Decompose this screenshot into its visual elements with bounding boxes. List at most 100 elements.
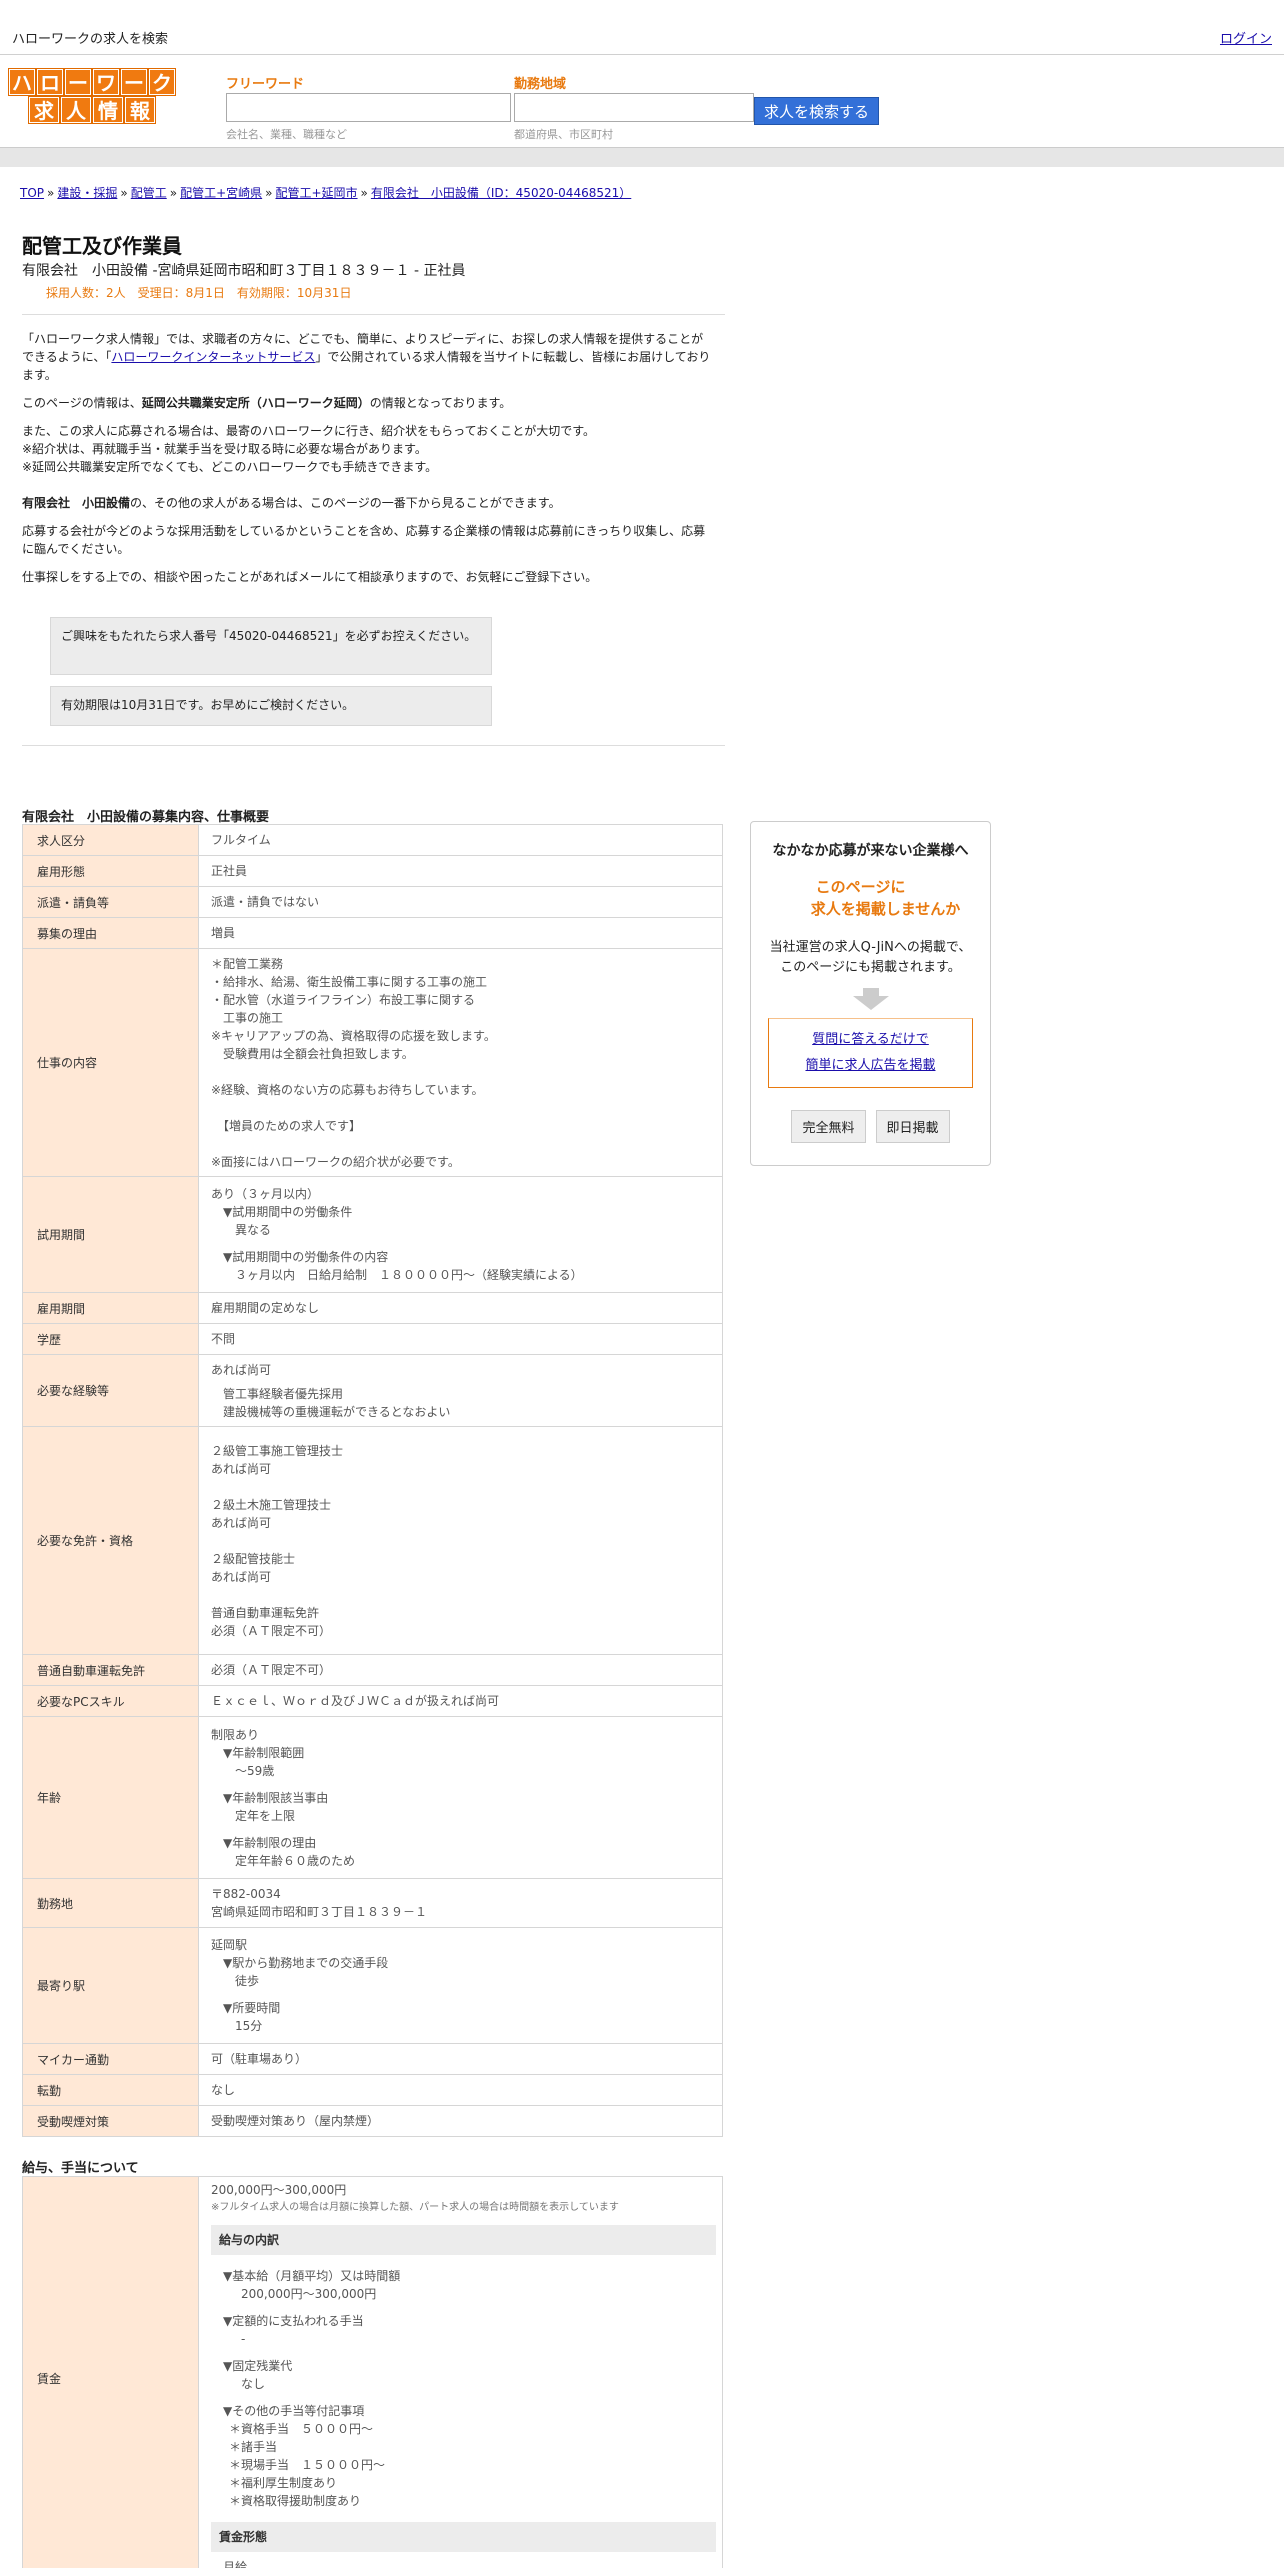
site-logo[interactable]: ハ ロ ー ワ ー ク 求 人 情 報 (4, 68, 180, 125)
row-value: あれば尚可 管工事経験者優先採用 建設機械等の重機運転ができるとなおよい (198, 1354, 723, 1427)
table-row: 勤務地 〒882-0034 宮崎県延岡市昭和町３丁目１８３９－１ (22, 1878, 723, 1928)
advertise-box: なかなか応募が来ない企業様へ このページに 求人を掲載しませんか 当社運営の求人… (750, 821, 991, 1166)
office-name: 延岡公共職業安定所（ハローワーク延岡） (141, 396, 370, 410)
intro-p3-1: また、この求人に応募される場合は、最寄のハローワークに行き、紹介状をもらっておく… (22, 424, 596, 438)
intro-p2b: の情報となっております。 (369, 396, 512, 410)
notice-job-number: ご興味をもたれたら求人番号「45020-04468521」を必ずお控えください。 (50, 617, 492, 675)
pay-table: 賃金 200,000円〜300,000円 ※フルタイム求人の場合は月額に換算した… (22, 2176, 723, 2568)
keyword-search: フリーワード 会社名、業種、職種など (226, 73, 511, 142)
logo-char: 情 (92, 96, 124, 124)
summary-title: 有限会社 小田設備の募集内容、仕事概要 (22, 810, 270, 825)
row-label: 最寄り駅 (22, 1927, 199, 2044)
pay-range: 200,000円〜300,000円 (211, 2183, 347, 2197)
logo-char: ワ (92, 68, 120, 96)
table-row: 雇用形態 正社員 (22, 855, 723, 887)
row-value: 正社員 (198, 855, 723, 887)
table-row: 試用期間 あり（３ヶ月以内） ▼試用期間中の労働条件 異なる ▼試用期間中の労働… (22, 1176, 723, 1293)
keyword-hint: 会社名、業種、職種など (226, 128, 347, 141)
search-button[interactable]: 求人を検索する (754, 97, 879, 125)
site-title: ハローワークの求人を検索 (12, 32, 169, 47)
row-label: 必要な経験等 (22, 1354, 199, 1427)
same-day-button[interactable]: 即日掲載 (875, 1110, 950, 1143)
area-search: 勤務地域 都道府県、市区町村 (514, 73, 754, 142)
table-row: 求人区分 フルタイム (22, 824, 723, 856)
row-value: なし (198, 2074, 723, 2106)
pay-form-value: 月給 (223, 2560, 248, 2568)
breadcrumb-occupation[interactable]: 配管工 (131, 186, 167, 200)
table-row: マイカー通勤 可（駐車場あり） (22, 2043, 723, 2075)
table-row: 仕事の内容 ＊配管工業務 ・給排水、給湯、衛生設備工事に関する工事の施工 ・配水… (22, 948, 723, 1177)
row-label: 賃金 (22, 2176, 199, 2568)
breadcrumb-category[interactable]: 建設・採掘 (57, 186, 117, 200)
table-row: 必要な経験等 あれば尚可 管工事経験者優先採用 建設機械等の重機運転ができるとな… (22, 1354, 723, 1427)
free-button[interactable]: 完全無料 (791, 1110, 866, 1143)
keyword-label: フリーワード (226, 77, 305, 92)
row-value: あり（３ヶ月以内） ▼試用期間中の労働条件 異なる ▼試用期間中の労働条件の内容… (198, 1176, 723, 1293)
header: ハ ロ ー ワ ー ク 求 人 情 報 フリーワード 会社名、業種、職種など 勤… (0, 55, 1284, 147)
table-row: 必要な免許・資格 ２級管工事施工管理技士 あれば尚可 ２級土木施工管理技士 あれ… (22, 1426, 723, 1655)
row-label: 試用期間 (22, 1176, 199, 1293)
row-label: 年齢 (22, 1716, 199, 1879)
row-value: 派遣・請負ではない (198, 886, 723, 918)
table-row: 年齢 制限あり ▼年齢制限範囲 〜59歳 ▼年齢制限該当事由 定年を上限 ▼年齢… (22, 1716, 723, 1879)
row-label: 必要な免許・資格 (22, 1426, 199, 1655)
row-value: 増員 (198, 917, 723, 949)
table-row: 賃金 200,000円〜300,000円 ※フルタイム求人の場合は月額に換算した… (22, 2176, 723, 2568)
company-line: 有限会社 小田設備 -宮崎県延岡市昭和町３丁目１８３９－１ - 正社員 (22, 263, 466, 279)
row-value: 〒882-0034 宮崎県延岡市昭和町３丁目１８３９－１ (198, 1878, 723, 1928)
logo-char: ー (120, 68, 148, 96)
arrow-down-icon (852, 996, 889, 1010)
row-label: マイカー通勤 (22, 2043, 199, 2075)
row-label: 勤務地 (22, 1878, 199, 1928)
company-name-bold: 有限会社 小田設備 (22, 496, 131, 510)
table-row: 募集の理由 増員 (22, 917, 723, 949)
job-summary-table: 求人区分 フルタイム 雇用形態 正社員 派遣・請負等 派遣・請負ではない 募集の理由増… (22, 824, 723, 2137)
header-divider (0, 147, 1284, 167)
row-label: 普通自動車運転免許 (22, 1654, 199, 1686)
advertise-link-1[interactable]: 質問に答えるだけで (812, 1032, 929, 1047)
logo-char: ハ (8, 68, 36, 96)
row-label: 仕事の内容 (22, 948, 199, 1177)
area-input[interactable] (514, 93, 754, 122)
breadcrumb-current[interactable]: 有限会社 小田設備（ID：45020-04468521） (371, 186, 631, 200)
area-hint: 都道府県、市区町村 (514, 128, 613, 141)
logo-char: ー (64, 68, 92, 96)
row-value: 制限あり ▼年齢制限範囲 〜59歳 ▼年齢制限該当事由 定年を上限 ▼年齢制限の… (198, 1716, 723, 1879)
table-row: 派遣・請負等 派遣・請負ではない (22, 886, 723, 918)
arrow-down-icon (862, 988, 879, 996)
intro-p5: 応募する会社が今どのような採用活動をしているかということを含め、応募する企業様の… (22, 524, 706, 556)
row-value: 受動喫煙対策あり（屋内禁煙） (198, 2105, 723, 2137)
login-link[interactable]: ログイン (1220, 28, 1272, 47)
row-value: 不問 (198, 1323, 723, 1355)
breadcrumb-city[interactable]: 配管工+延岡市 (275, 186, 357, 200)
breadcrumb: TOP» 建設・採掘» 配管工» 配管工+宮崎県» 配管工+延岡市» 有限会社 小田設備（… (20, 186, 632, 200)
row-label: 学歴 (22, 1323, 199, 1355)
area-label: 勤務地域 (514, 77, 567, 92)
row-label: 派遣・請負等 (22, 886, 199, 918)
intro-text: 「ハローワーク求人情報」では、求職者の方々に、どこでも、簡単に、よりスピーディに… (22, 330, 714, 596)
row-label: 受動喫煙対策 (22, 2105, 199, 2137)
breadcrumb-top[interactable]: TOP (20, 186, 44, 200)
intro-p2a: このページの情報は、 (22, 396, 142, 410)
keyword-input[interactable] (226, 93, 511, 122)
advertise-desc: 当社運営の求人Q-JiNへの掲載で、 このページにも掲載されます。 (769, 940, 972, 975)
advertise-link-box: 質問に答えるだけで 簡単に求人広告を掲載 (768, 1018, 973, 1088)
intro-p4b: の、その他の求人がある場合は、このページの一番下から見ることができます。 (130, 496, 561, 510)
breadcrumb-prefecture[interactable]: 配管工+宮崎県 (180, 186, 262, 200)
table-row: 転勤 なし (22, 2074, 723, 2106)
table-row: 最寄り駅 延岡駅 ▼駅から勤務地までの交通手段 徒歩 ▼所要時間 15分 (22, 1927, 723, 2044)
hellowork-service-link[interactable]: ハローワークインターネットサービス (111, 350, 315, 364)
logo-char: 報 (124, 96, 156, 124)
pay-title: 給与、手当について (22, 2161, 139, 2176)
notice-expiry: 有効期限は10月31日です。お早めにご検討ください。 (50, 686, 492, 726)
pay-breakdown-heading: 給与の内訳 (211, 2225, 716, 2255)
table-row: 受動喫煙対策 受動喫煙対策あり（屋内禁煙） (22, 2105, 723, 2137)
job-title: 配管工及び作業員 (22, 234, 182, 258)
top-bar: ハローワークの求人を検索 ログイン (0, 0, 1284, 55)
row-label: 転勤 (22, 2074, 199, 2106)
intro-p3-3: ※延岡公共職業安定所でなくても、どこのハローワークでも手続きできます。 (22, 460, 438, 474)
row-value: Ｅｘｃｅｌ、Ｗｏｒｄ及びＪＷＣａｄが扱えれば尚可 (198, 1685, 723, 1717)
advertise-link-2[interactable]: 簡単に求人広告を掲載 (805, 1058, 935, 1073)
row-value: 必須（ＡＴ限定不可） (198, 1654, 723, 1686)
row-label: 求人区分 (22, 824, 199, 856)
